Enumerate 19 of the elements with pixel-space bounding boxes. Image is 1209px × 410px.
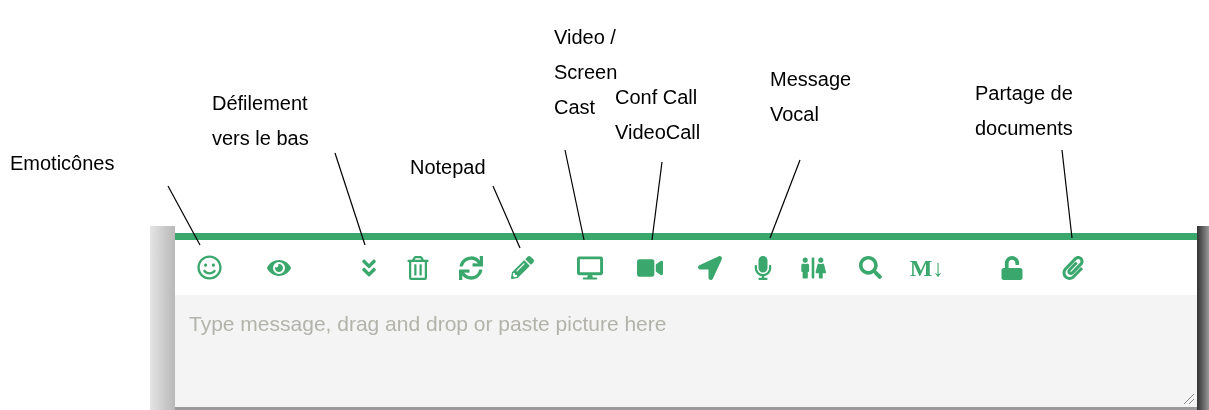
smiley-icon bbox=[196, 255, 222, 280]
callout-label: Conf Call VideoCall bbox=[615, 85, 701, 145]
monitor-icon bbox=[577, 254, 603, 281]
callout-label: Emoticônes bbox=[10, 151, 115, 176]
callout-label: Partage de documents bbox=[975, 81, 1073, 141]
trash-icon bbox=[406, 255, 430, 280]
leader-line bbox=[167, 185, 201, 246]
markdown-button[interactable]: M↓ bbox=[902, 247, 952, 288]
callout-label: Notepad bbox=[410, 155, 486, 180]
resize-handle-icon bbox=[1183, 393, 1195, 405]
callout-label: Défilement vers le bas bbox=[212, 91, 309, 151]
location-arrow-icon bbox=[698, 255, 722, 280]
paperclip-icon bbox=[1061, 255, 1085, 280]
leader-line bbox=[492, 185, 521, 249]
callout-label: Message Vocal bbox=[770, 67, 852, 127]
pencil-icon bbox=[510, 256, 534, 279]
refresh-icon bbox=[459, 255, 483, 280]
search-icon bbox=[858, 256, 882, 279]
unlock-icon bbox=[1000, 255, 1024, 280]
